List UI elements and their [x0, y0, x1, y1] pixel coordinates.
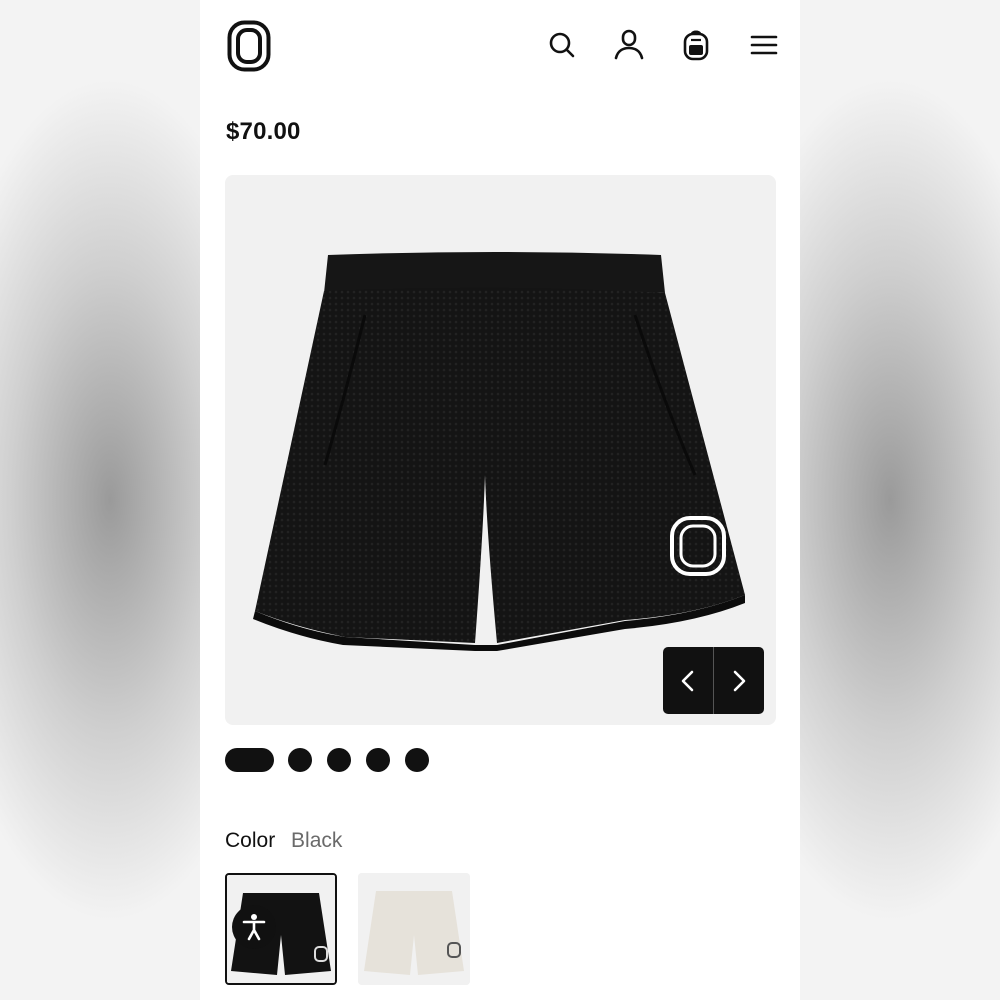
accessibility-icon	[242, 914, 266, 941]
color-option-row: Color Black	[225, 829, 342, 853]
backpack-cart-icon[interactable]	[679, 28, 713, 62]
gallery-next-button[interactable]	[714, 647, 764, 714]
color-swatch-cream[interactable]	[358, 873, 470, 985]
menu-icon[interactable]	[747, 28, 781, 62]
product-price: $70.00	[226, 118, 301, 145]
page-backdrop-right	[800, 0, 1000, 1000]
chevron-left-icon	[681, 670, 694, 691]
brand-logo-icon[interactable]	[227, 20, 271, 72]
accessibility-button[interactable]	[232, 905, 276, 949]
search-icon[interactable]	[545, 28, 579, 62]
gallery-prev-button[interactable]	[663, 647, 713, 714]
gallery-dot[interactable]	[327, 748, 351, 772]
color-value: Black	[291, 829, 343, 852]
mobile-viewport: $70.00 Color Black	[200, 0, 800, 1000]
gallery-nav-controls	[663, 647, 764, 714]
gallery-dot-active[interactable]	[225, 748, 274, 772]
gallery-dot[interactable]	[405, 748, 429, 772]
product-image-gallery[interactable]	[225, 175, 776, 725]
color-label: Color	[225, 829, 276, 852]
swatch-image-cream-shorts	[358, 873, 470, 985]
account-icon[interactable]	[612, 28, 646, 62]
gallery-dot[interactable]	[288, 748, 312, 772]
gallery-dot[interactable]	[366, 748, 390, 772]
product-image-shorts	[253, 252, 745, 651]
chevron-right-icon	[733, 670, 746, 691]
